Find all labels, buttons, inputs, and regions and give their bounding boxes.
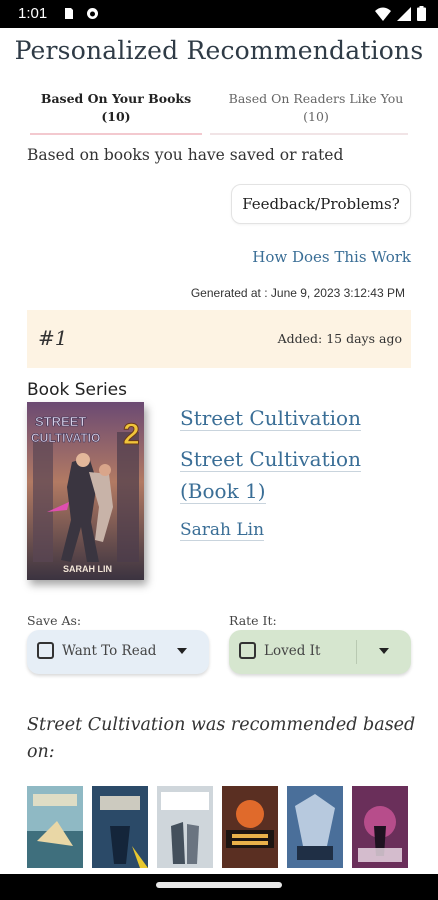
book-series-label: Book Series — [27, 380, 127, 400]
save-checkbox[interactable] — [37, 642, 54, 659]
author-name: Sarah Lin — [180, 520, 265, 541]
tab-based-on-readers-like-you[interactable]: Based On Readers Like You (10) — [218, 90, 414, 126]
rate-it-value: Loved It — [264, 643, 321, 659]
source-book-cover[interactable] — [287, 786, 343, 868]
source-book-cover[interactable] — [27, 786, 83, 868]
source-books-list — [27, 786, 411, 868]
source-book-cover[interactable] — [92, 786, 148, 868]
recommendation-tabs: Based On Your Books (10) Based On Reader… — [30, 90, 408, 136]
tab-label: Based On Readers Like You — [228, 91, 404, 106]
svg-text:SARAH LIN: SARAH LIN — [63, 564, 112, 574]
book-thumbnail-image — [92, 786, 148, 868]
status-bar: 1:01 — [0, 0, 438, 28]
signal-icon — [397, 6, 411, 21]
recommended-based-on-text: Street Cultivation was recommended based… — [27, 712, 417, 766]
svg-text:STREET: STREET — [35, 414, 86, 429]
book-cover[interactable]: STREET CULTIVATIO 2 SARAH LIN — [27, 402, 144, 580]
svg-text:CULTIVATIO: CULTIVATIO — [31, 431, 100, 445]
recommendation-header: #1 Added: 15 days ago — [27, 310, 411, 368]
chevron-down-icon — [177, 648, 187, 654]
book-thumbnail-image — [222, 786, 278, 868]
dropdown-divider — [356, 640, 357, 664]
series-title-link[interactable]: Street Cultivation — [180, 402, 361, 434]
book-thumbnail-image — [157, 786, 213, 868]
rate-it-dropdown[interactable]: Loved It — [229, 630, 411, 674]
source-book-cover[interactable] — [157, 786, 213, 868]
battery-icon — [417, 6, 426, 21]
book-cover-image: STREET CULTIVATIO 2 SARAH LIN — [27, 402, 144, 580]
rate-it-label: Rate It: — [229, 613, 277, 628]
based-on-line2: on: — [27, 742, 55, 762]
page-title: Personalized Recommendations — [14, 36, 424, 65]
system-navigation-bar — [0, 874, 438, 900]
save-as-dropdown[interactable]: Want To Read — [27, 630, 209, 674]
source-book-cover[interactable] — [222, 786, 278, 868]
rate-checkbox[interactable] — [239, 642, 256, 659]
tab-label: Based On Your Books — [40, 91, 192, 106]
inactive-tab-indicator — [210, 133, 408, 135]
status-icons — [375, 6, 426, 21]
book-title-line2: (Book 1) — [180, 479, 266, 504]
active-tab-indicator — [30, 133, 202, 135]
section-subtitle: Based on books you have saved or rated — [27, 146, 344, 164]
book-thumbnail-image — [27, 786, 83, 868]
tab-based-on-your-books[interactable]: Based On Your Books (10) — [30, 90, 202, 126]
author-link[interactable]: Sarah Lin — [180, 514, 265, 546]
wifi-icon — [375, 7, 391, 21]
save-as-label: Save As: — [27, 613, 82, 628]
generated-timestamp: Generated at : June 9, 2023 3:12:43 PM — [190, 286, 405, 300]
chevron-down-icon — [379, 648, 389, 654]
sim-card-icon — [65, 8, 73, 19]
source-book-cover[interactable] — [352, 786, 408, 868]
book-thumbnail-image — [352, 786, 408, 868]
tab-count: (10) — [303, 109, 329, 124]
rank-number: #1 — [38, 326, 68, 350]
save-as-value: Want To Read — [62, 643, 157, 659]
feedback-button[interactable]: Feedback/Problems? — [231, 184, 411, 224]
svg-text:2: 2 — [123, 418, 140, 451]
home-gesture-handle[interactable] — [156, 882, 282, 888]
notification-icon — [87, 8, 98, 19]
clock: 1:01 — [18, 5, 48, 22]
book-thumbnail-image — [287, 786, 343, 868]
added-date: Added: 15 days ago — [277, 331, 402, 346]
book-title-line1: Street Cultivation — [180, 447, 361, 472]
based-on-line1: Street Cultivation was recommended based — [27, 715, 416, 735]
tab-count: (10) — [101, 109, 131, 124]
how-does-this-work-link[interactable]: How Does This Work — [252, 248, 411, 266]
book-title-link[interactable]: Street Cultivation (Book 1) — [180, 443, 361, 507]
series-title-text: Street Cultivation — [180, 406, 361, 431]
